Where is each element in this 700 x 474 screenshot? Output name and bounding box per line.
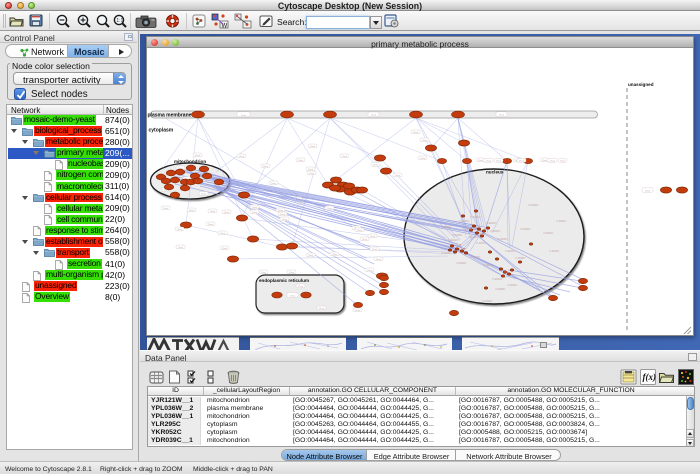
svg-text:(Yxx): (Yxx) [263,166,268,168]
svg-text:Y83: Y83 [461,248,466,251]
svg-text:YLR296C: YLR296C [520,228,531,231]
svg-text:(Yxx): (Yxx) [224,212,229,214]
svg-text:YLR296C: YLR296C [482,300,493,303]
svg-text:(Yxx): (Yxx) [177,229,182,231]
svg-text:W: W [222,24,228,30]
svg-text:cytoplasm: cytoplasm [149,128,174,134]
svg-text:(Yxx): (Yxx) [645,190,650,192]
svg-text:YLR291C: YLR291C [543,232,554,235]
svg-text:YLR292C: YLR292C [448,239,459,242]
svg-text:(Yxx): (Yxx) [560,160,565,162]
svg-text:(Yxx): (Yxx) [189,210,194,212]
svg-text:Y17: Y17 [473,227,478,230]
svg-text:(Yxx): (Yxx) [422,140,427,142]
svg-text:(Yxx): (Yxx) [289,272,294,274]
svg-text:(Yxx): (Yxx) [355,310,360,312]
svg-text:nucleus: nucleus [486,170,504,175]
svg-text:(Yxx): (Yxx) [252,207,257,209]
svg-text:YLR290C: YLR290C [456,262,467,265]
svg-text:(Yxx): (Yxx) [309,173,314,175]
svg-text:(Yxx): (Yxx) [370,236,375,238]
svg-text:Y60: Y60 [480,233,485,236]
svg-text:YLR298C: YLR298C [483,264,494,267]
svg-text:mitochondrion: mitochondrion [174,159,206,164]
svg-text:(Yxx): (Yxx) [239,156,244,158]
svg-text:(Yxx): (Yxx) [261,272,266,274]
svg-text:YLR299C: YLR299C [470,256,481,259]
svg-text:YLR296C: YLR296C [459,220,470,223]
svg-text:(Yxx): (Yxx) [290,296,295,298]
svg-text:YLR295C: YLR295C [515,257,526,260]
svg-text:(Yxx): (Yxx) [496,160,501,162]
svg-text:YLR296C: YLR296C [528,204,539,207]
svg-text:YLR299C: YLR299C [452,234,463,237]
svg-text:(Yxx): (Yxx) [499,115,504,117]
svg-text:(Yxx): (Yxx) [413,132,418,134]
svg-text:(Yxx): (Yxx) [280,214,285,216]
svg-text:YLR291C: YLR291C [476,242,487,245]
svg-text:YLR290C: YLR290C [507,284,518,287]
svg-text:(Yxx): (Yxx) [519,160,524,162]
svg-text:YLR293C: YLR293C [486,222,497,225]
svg-text:YLR290C: YLR290C [470,216,481,219]
svg-text:(Yxx): (Yxx) [395,175,400,177]
svg-text:(Yxx): (Yxx) [420,158,425,160]
svg-text:(Yxx): (Yxx) [195,155,200,157]
svg-text:(Yxx): (Yxx) [372,249,377,251]
svg-text:plasma membrane: plasma membrane [148,113,192,119]
svg-text:YLR291C: YLR291C [505,250,516,253]
svg-text:YLR291C: YLR291C [556,220,567,223]
svg-text:Y16: Y16 [457,244,462,247]
svg-text:(Yxx): (Yxx) [310,146,315,148]
svg-text:(Yxx): (Yxx) [278,210,283,212]
svg-text:(Yxx): (Yxx) [308,169,313,171]
svg-text:(Yxx): (Yxx) [241,115,246,117]
svg-text:YLR290C: YLR290C [468,236,479,239]
svg-text:(Yxx): (Yxx) [376,259,381,261]
svg-text:(Yxx): (Yxx) [208,224,213,226]
svg-text:(Yxx): (Yxx) [201,194,206,196]
svg-text:(Yxx): (Yxx) [271,183,276,185]
svg-text:(Yxx): (Yxx) [282,219,287,221]
svg-text:(Yxx): (Yxx) [178,247,183,249]
svg-text:(Yxx): (Yxx) [362,239,367,241]
svg-text:(Yxx): (Yxx) [210,211,215,213]
svg-text:1:1: 1:1 [116,18,123,24]
svg-text:(Yxx): (Yxx) [357,230,362,232]
svg-text:(Yxx): (Yxx) [478,160,483,162]
svg-text:(Yxx): (Yxx) [550,160,555,162]
svg-text:(Yxx): (Yxx) [319,308,324,310]
svg-text:YLR298C: YLR298C [495,288,506,291]
svg-text:(Yxx): (Yxx) [222,248,227,250]
svg-text:(Yxx): (Yxx) [542,160,547,162]
svg-text:YLR293C: YLR293C [549,250,560,253]
svg-text:(Yxx): (Yxx) [308,255,313,257]
svg-text:(Yxx): (Yxx) [163,208,168,210]
svg-text:(Yxx): (Yxx) [342,156,347,158]
svg-text:(Yxx): (Yxx) [486,160,491,162]
svg-text:(Yxx): (Yxx) [371,115,376,117]
svg-text:YLR295C: YLR295C [441,226,452,229]
svg-text:(Yxx): (Yxx) [220,233,225,235]
svg-text:(Yxx): (Yxx) [373,164,378,166]
svg-text:(Yxx): (Yxx) [298,160,303,162]
svg-text:(Yxx): (Yxx) [327,208,332,210]
svg-text:(Yxx): (Yxx) [332,254,337,256]
svg-text:Y84: Y84 [504,271,509,274]
svg-text:unassigned: unassigned [628,82,654,87]
svg-text:f(x): f(x) [643,372,657,382]
svg-text:YLR299C: YLR299C [462,228,473,231]
svg-text:YLR291C: YLR291C [490,230,501,233]
svg-text:(Yxx): (Yxx) [298,286,303,288]
svg-text:YLR298C: YLR298C [497,238,508,241]
svg-text:YLR293C: YLR293C [492,278,503,281]
svg-text:(Yxx): (Yxx) [252,212,257,214]
svg-text:endoplasmic reticulum: endoplasmic reticulum [259,278,309,283]
svg-text:YLR291C: YLR291C [441,252,452,255]
svg-text:(Yxx): (Yxx) [367,270,372,272]
